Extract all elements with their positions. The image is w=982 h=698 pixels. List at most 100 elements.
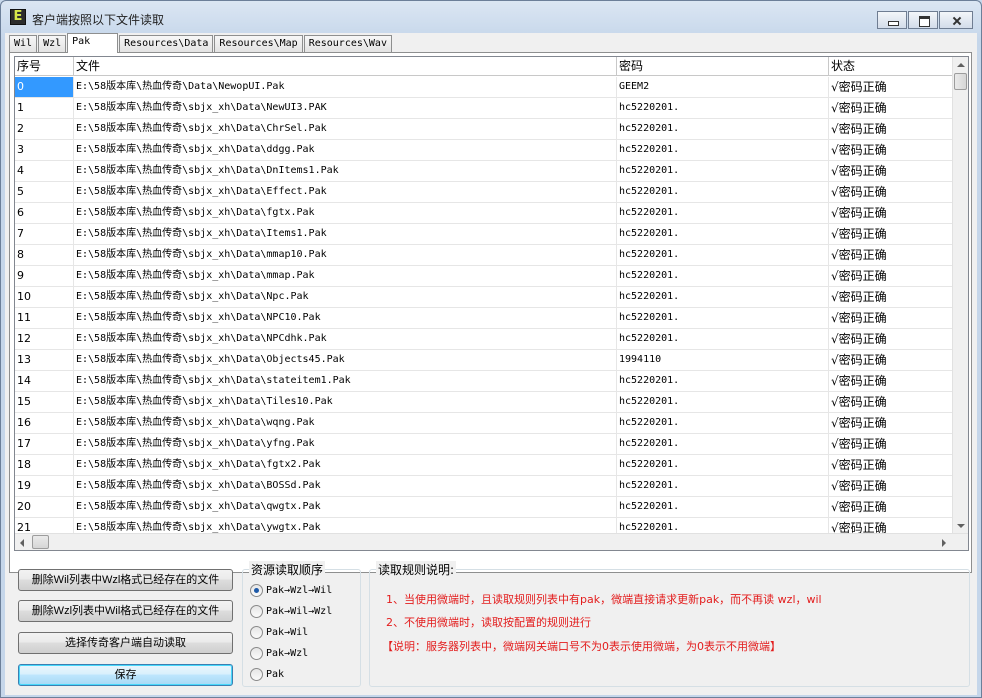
row-password: hc5220201. <box>617 203 829 223</box>
header-index[interactable]: 序号 <box>15 57 74 76</box>
row-index: 8 <box>15 245 74 265</box>
table-row[interactable]: 7 E:\58版本库\热血传奇\sbjx_xh\Data\Items1.Pak hc… <box>15 224 953 245</box>
radio-pak[interactable]: Pak <box>250 666 284 682</box>
row-index: 17 <box>15 434 74 454</box>
row-status: √密码正确 <box>829 287 953 307</box>
tab-resources-data[interactable]: Resources\Data <box>119 35 214 52</box>
file-list-grid[interactable]: 序号 文件 密码 状态 0 E:\58版本库\热血传奇\Data\NewopUI.… <box>14 56 969 551</box>
radio-label: Pak→Wil <box>266 626 309 638</box>
rule-line-2: 2、不使用微端时，读取按配置的规则进行 <box>386 616 591 629</box>
scroll-down-arrow-icon[interactable] <box>957 524 965 528</box>
radio-button-icon <box>250 667 263 681</box>
scroll-right-arrow-icon[interactable] <box>942 539 946 547</box>
rule-line-1: 1、当使用微端时，且读取规则列表中有pak，微端直接请求更新pak，而不再读 w… <box>386 593 822 606</box>
row-index: 9 <box>15 266 74 286</box>
table-row[interactable]: 4 E:\58版本库\热血传奇\sbjx_xh\Data\DnItems1.Pak… <box>15 161 953 182</box>
delete-wil-dup-button[interactable]: 删除Wil列表中Wzl格式已经存在的文件 <box>18 569 233 591</box>
table-row[interactable]: 6 E:\58版本库\热血传奇\sbjx_xh\Data\fgtx.Pak hc52… <box>15 203 953 224</box>
table-row[interactable]: 3 E:\58版本库\热血传奇\sbjx_xh\Data\ddgg.Pak hc52… <box>15 140 953 161</box>
row-file-path: E:\58版本库\热血传奇\Data\NewopUI.Pak <box>74 77 617 97</box>
row-password: hc5220201. <box>617 329 829 349</box>
table-row[interactable]: 13 E:\58版本库\热血传奇\sbjx_xh\Data\Objects45.P… <box>15 350 953 371</box>
radio-pak-wil[interactable]: Pak→Wil <box>250 624 308 640</box>
table-row[interactable]: 8 E:\58版本库\热血传奇\sbjx_xh\Data\mmap10.Pak hc… <box>15 245 953 266</box>
header-status[interactable]: 状态 <box>829 57 953 76</box>
row-status: √密码正确 <box>829 98 953 118</box>
row-password: hc5220201. <box>617 266 829 286</box>
table-row[interactable]: 0 E:\58版本库\热血传奇\Data\NewopUI.Pak GEEM2 √密码正… <box>15 77 953 98</box>
row-file-path: E:\58版本库\热血传奇\sbjx_xh\Data\ChrSel.Pak <box>74 119 617 139</box>
row-file-path: E:\58版本库\热血传奇\sbjx_xh\Data\DnItems1.Pak <box>74 161 617 181</box>
table-row[interactable]: 17 E:\58版本库\热血传奇\sbjx_xh\Data\yfng.Pak hc5… <box>15 434 953 455</box>
header-password[interactable]: 密码 <box>617 57 829 76</box>
rule-line-3: 【说明：服务器列表中，微端网关端口号不为0表示使用微端，为0表示不用微端】 <box>382 640 781 653</box>
table-row[interactable]: 15 E:\58版本库\热血传奇\sbjx_xh\Data\Tiles10.Pak… <box>15 392 953 413</box>
row-status: √密码正确 <box>829 266 953 286</box>
vertical-scrollbar[interactable] <box>952 57 968 534</box>
save-button[interactable]: 保存 <box>18 664 233 686</box>
row-password: hc5220201. <box>617 119 829 139</box>
tab-wil[interactable]: Wil <box>9 35 38 52</box>
row-status: √密码正确 <box>829 161 953 181</box>
tab-pak[interactable]: Pak <box>67 33 119 53</box>
row-index: 7 <box>15 224 74 244</box>
minimize-button[interactable] <box>877 11 907 29</box>
row-file-path: E:\58版本库\热血传奇\sbjx_xh\Data\yfng.Pak <box>74 434 617 454</box>
table-row[interactable]: 16 E:\58版本库\热血传奇\sbjx_xh\Data\wqng.Pak hc5… <box>15 413 953 434</box>
row-status: √密码正确 <box>829 350 953 370</box>
tab-resources-map[interactable]: Resources\Map <box>214 35 303 52</box>
main-window: E 客户端按照以下文件读取 Wil Wzl Pak Resources\Data… <box>0 0 982 698</box>
radio-pak-wzl-wil[interactable]: Pak→Wzl→Wil <box>250 582 332 598</box>
row-status: √密码正确 <box>829 434 953 454</box>
table-row[interactable]: 20 E:\58版本库\热血传奇\sbjx_xh\Data\qwgtx.Pak hc… <box>15 497 953 518</box>
table-row[interactable]: 18 E:\58版本库\热血传奇\sbjx_xh\Data\fgtx2.Pak hc… <box>15 455 953 476</box>
maximize-button[interactable] <box>908 11 938 29</box>
row-file-path: E:\58版本库\热血传奇\sbjx_xh\Data\stateitem1.Pa… <box>74 371 617 391</box>
title-bar[interactable]: E 客户端按照以下文件读取 <box>1 1 981 33</box>
row-index: 13 <box>15 350 74 370</box>
radio-button-icon <box>250 604 263 618</box>
table-row[interactable]: 5 E:\58版本库\热血传奇\sbjx_xh\Data\Effect.Pak hc… <box>15 182 953 203</box>
row-password: hc5220201. <box>617 245 829 265</box>
tab-resources-wav[interactable]: Resources\Wav <box>303 35 392 52</box>
scroll-up-arrow-icon[interactable] <box>957 63 965 67</box>
scroll-left-arrow-icon[interactable] <box>20 539 24 547</box>
table-row[interactable]: 2 E:\58版本库\热血传奇\sbjx_xh\Data\ChrSel.Pak hc… <box>15 119 953 140</box>
radio-pak-wil-wzl[interactable]: Pak→Wil→Wzl <box>250 603 332 619</box>
caption-buttons <box>877 11 973 29</box>
client-area: Wil Wzl Pak Resources\Data Resources\Map… <box>5 33 977 695</box>
row-index: 18 <box>15 455 74 475</box>
row-index: 3 <box>15 140 74 160</box>
delete-wzl-dup-button[interactable]: 删除Wzl列表中Wil格式已经存在的文件 <box>18 600 233 622</box>
row-index: 14 <box>15 371 74 391</box>
table-row[interactable]: 11 E:\58版本库\热血传奇\sbjx_xh\Data\NPC10.Pak hc… <box>15 308 953 329</box>
table-row[interactable]: 1 E:\58版本库\热血传奇\sbjx_xh\Data\NewUI3.PAK hc… <box>15 98 953 119</box>
row-password: hc5220201. <box>617 98 829 118</box>
radio-label: Pak→Wzl <box>266 647 309 659</box>
row-status: √密码正确 <box>829 119 953 139</box>
tab-wzl[interactable]: Wzl <box>38 35 67 52</box>
select-client-button[interactable]: 选择传奇客户端自动读取 <box>18 632 233 654</box>
radio-pak-wzl[interactable]: Pak→Wzl <box>250 645 308 661</box>
table-row[interactable]: 14 E:\58版本库\热血传奇\sbjx_xh\Data\stateitem1.… <box>15 371 953 392</box>
table-row[interactable]: 9 E:\58版本库\热血传奇\sbjx_xh\Data\mmap.Pak hc52… <box>15 266 953 287</box>
row-password: hc5220201. <box>617 392 829 412</box>
horizontal-scrollbar[interactable] <box>15 533 968 550</box>
vertical-scroll-thumb[interactable] <box>954 73 967 90</box>
close-button[interactable] <box>939 11 973 29</box>
row-password: hc5220201. <box>617 182 829 202</box>
row-status: √密码正确 <box>829 140 953 160</box>
table-row[interactable]: 12 E:\58版本库\热血传奇\sbjx_xh\Data\NPCdhk.Pak h… <box>15 329 953 350</box>
row-index: 2 <box>15 119 74 139</box>
horizontal-scroll-thumb[interactable] <box>32 535 49 549</box>
row-file-path: E:\58版本库\热血传奇\sbjx_xh\Data\NewUI3.PAK <box>74 98 617 118</box>
row-file-path: E:\58版本库\热血传奇\sbjx_xh\Data\qwgtx.Pak <box>74 497 617 517</box>
row-password: hc5220201. <box>617 497 829 517</box>
grid-rows: 0 E:\58版本库\热血传奇\Data\NewopUI.Pak GEEM2 √密码正… <box>15 77 953 539</box>
header-file[interactable]: 文件 <box>74 57 617 76</box>
table-row[interactable]: 10 E:\58版本库\热血传奇\sbjx_xh\Data\Npc.Pak hc52… <box>15 287 953 308</box>
tab-strip: Wil Wzl Pak Resources\Data Resources\Map… <box>9 33 393 53</box>
row-password: hc5220201. <box>617 161 829 181</box>
table-row[interactable]: 19 E:\58版本库\热血传奇\sbjx_xh\Data\BOSSd.Pak hc… <box>15 476 953 497</box>
row-index: 12 <box>15 329 74 349</box>
